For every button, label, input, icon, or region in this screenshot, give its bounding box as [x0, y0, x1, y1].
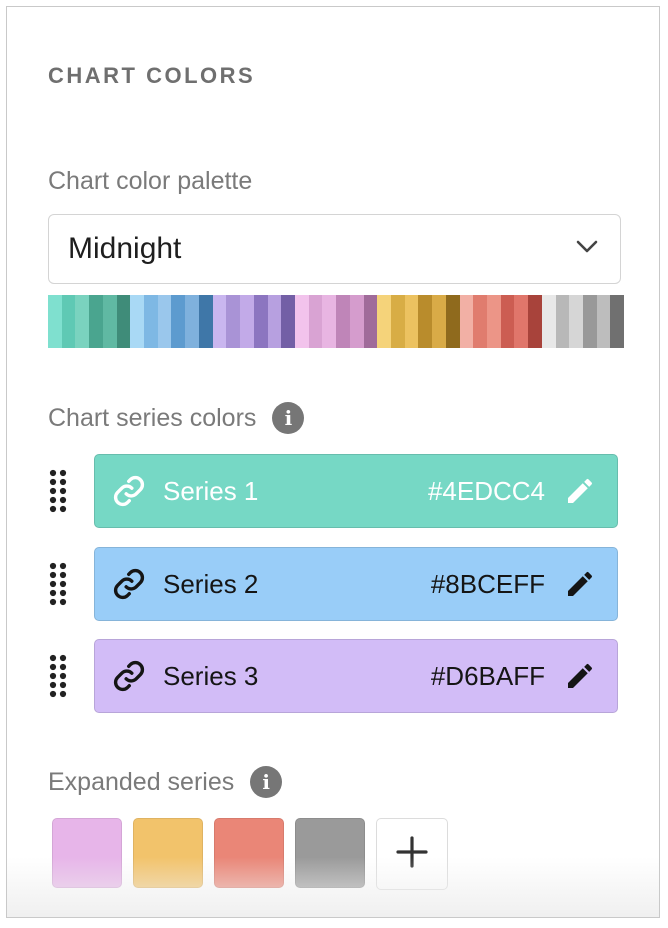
palette-color-cell [583, 295, 597, 348]
palette-color-cell [61, 295, 76, 348]
plus-icon [395, 835, 429, 874]
series-label-row: Chart series colors i [48, 402, 305, 434]
series-row: Series 3 #D6BAFF [48, 639, 618, 713]
series-label: Chart series colors [48, 403, 257, 432]
palette-color-cell [130, 295, 145, 348]
series-hex-value: #4EDCC4 [427, 475, 545, 506]
palette-color-cell [198, 295, 213, 348]
expanded-series-swatch[interactable] [214, 818, 284, 888]
palette-color-cell [487, 295, 501, 348]
drag-handle-icon[interactable] [48, 646, 84, 706]
palette-color-cell [185, 295, 199, 348]
palette-color-cell [240, 295, 254, 348]
palette-color-cell [432, 295, 446, 348]
palette-color-cell [500, 295, 515, 348]
palette-color-cell [294, 295, 309, 348]
palette-color-cell [226, 295, 241, 348]
palette-preview-strip [48, 295, 625, 348]
series-name: Series 1 [163, 475, 259, 506]
palette-color-cell [253, 295, 268, 348]
link-icon[interactable] [111, 473, 147, 509]
palette-color-cell [569, 295, 584, 348]
palette-color-cell [404, 295, 419, 348]
chevron-down-icon [576, 240, 598, 259]
palette-color-cell [171, 295, 186, 348]
drag-handle-icon[interactable] [48, 461, 84, 521]
palette-dropdown[interactable]: Midnight [48, 214, 621, 284]
expanded-label-row: Expanded series i [48, 766, 283, 798]
series-row: Series 1 #4EDCC4 [48, 454, 618, 528]
palette-color-cell [116, 295, 131, 348]
link-icon[interactable] [111, 566, 147, 602]
palette-color-cell [144, 295, 158, 348]
palette-label: Chart color palette [48, 167, 253, 195]
series-color-pill[interactable]: Series 1 #4EDCC4 [94, 454, 618, 528]
palette-label-row: Chart color palette [48, 167, 252, 196]
pencil-icon[interactable] [563, 567, 597, 601]
drag-handle-icon[interactable] [48, 554, 84, 614]
expanded-series-swatch[interactable] [52, 818, 122, 888]
palette-color-cell [267, 295, 282, 348]
palette-color-cell [610, 295, 625, 348]
palette-color-cell [75, 295, 90, 348]
palette-selected-value: Midnight [68, 232, 182, 265]
palette-color-cell [473, 295, 487, 348]
palette-color-cell [212, 295, 227, 348]
expanded-label: Expanded series [48, 767, 235, 796]
palette-color-cell [48, 295, 62, 348]
info-icon[interactable]: i [250, 766, 283, 798]
palette-color-cell [528, 295, 542, 348]
palette-color-cell [445, 295, 460, 348]
link-icon[interactable] [111, 658, 147, 694]
palette-color-cell [336, 295, 350, 348]
palette-color-cell [363, 295, 378, 348]
series-name: Series 3 [163, 660, 259, 691]
series-hex-value: #8BCEFF [430, 568, 545, 599]
series-color-pill[interactable]: Series 3 #D6BAFF [94, 639, 618, 713]
series-color-pill[interactable]: Series 2 #8BCEFF [94, 547, 618, 621]
palette-color-cell [322, 295, 337, 348]
pencil-icon[interactable] [563, 659, 597, 693]
series-name: Series 2 [163, 568, 259, 599]
palette-color-cell [89, 295, 103, 348]
series-hex-value: #D6BAFF [430, 660, 545, 691]
palette-color-cell [514, 295, 529, 348]
palette-color-cell [596, 295, 611, 348]
add-series-button[interactable] [376, 818, 448, 890]
expanded-series-swatches [52, 818, 448, 890]
chart-colors-panel: CHART COLORS Chart color palette Midnigh… [6, 6, 660, 918]
palette-color-cell [459, 295, 474, 348]
palette-color-cell [308, 295, 323, 348]
palette-color-cell [157, 295, 172, 348]
palette-color-cell [349, 295, 364, 348]
expanded-series-swatch[interactable] [133, 818, 203, 888]
palette-color-cell [281, 295, 295, 348]
expanded-series-swatch[interactable] [295, 818, 365, 888]
pencil-icon[interactable] [563, 474, 597, 508]
palette-color-cell [102, 295, 117, 348]
palette-color-cell [390, 295, 405, 348]
palette-color-cell [418, 295, 433, 348]
palette-color-cell [555, 295, 570, 348]
palette-color-cell [541, 295, 556, 348]
series-row: Series 2 #8BCEFF [48, 547, 618, 621]
section-title: CHART COLORS [48, 63, 256, 88]
info-icon[interactable]: i [272, 402, 305, 434]
palette-color-cell [377, 295, 391, 348]
